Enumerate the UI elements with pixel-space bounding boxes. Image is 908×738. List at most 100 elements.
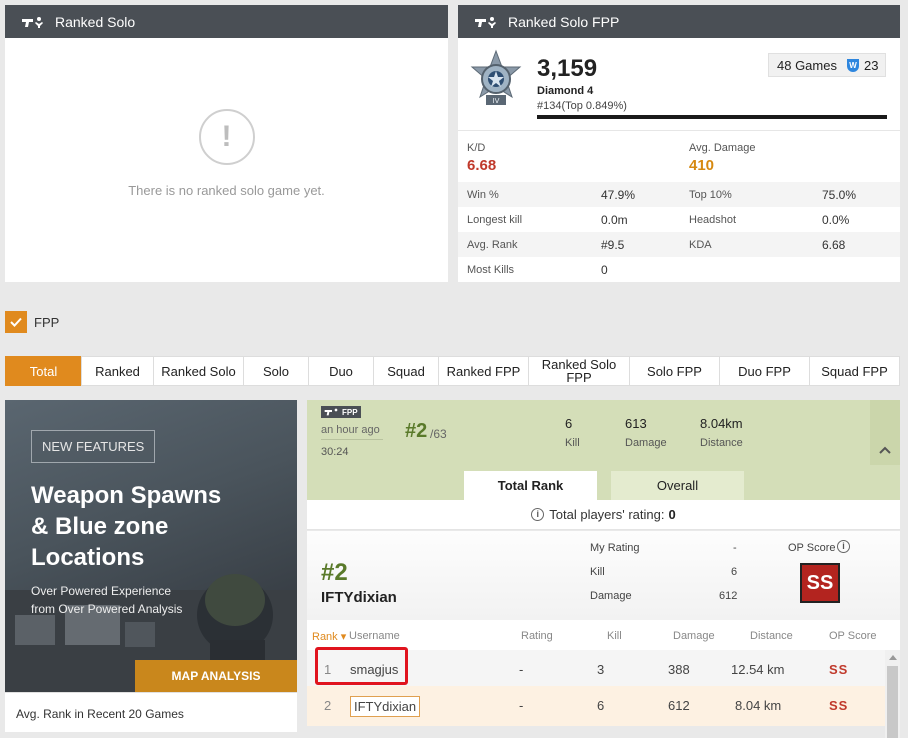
avg-rank-value: #9.5: [601, 237, 625, 252]
col-damage[interactable]: Damage: [673, 630, 715, 642]
scrollbar-thumb[interactable]: [887, 666, 898, 738]
row-username[interactable]: IFTYdixian: [350, 696, 421, 717]
tab-solo[interactable]: Solo: [243, 356, 309, 386]
match-damage-label: Damage: [625, 437, 667, 449]
my-rating-label: My Rating: [590, 542, 640, 554]
tab-solo-fpp[interactable]: Solo FPP: [629, 356, 720, 386]
map-analysis-button[interactable]: MAP ANALYSIS: [135, 660, 297, 692]
match-summary-bar[interactable]: FPP an hour ago 30:24 #2 /63 6 Kill 613 …: [307, 400, 900, 465]
avg-damage-label: Avg. Damage: [689, 142, 756, 154]
table-row[interactable]: 2 IFTYdixian - 6 612 8.04 km SS: [307, 686, 885, 726]
games-badge: 48 Games W 23: [768, 53, 886, 77]
stat-row: Most Kills 0: [458, 257, 900, 282]
time-divider: [321, 439, 383, 440]
ad-headline-1: Weapon Spawns: [31, 482, 222, 509]
checkbox-checked-icon[interactable]: [5, 311, 27, 333]
tab-duo-fpp[interactable]: Duo FPP: [719, 356, 810, 386]
op-info-icon[interactable]: i: [837, 540, 850, 553]
tab-ranked[interactable]: Ranked: [81, 356, 154, 386]
row-damage: 612: [668, 698, 690, 713]
win-rate-value: 47.9%: [601, 187, 636, 202]
top10-value: 75.0%: [822, 187, 857, 202]
ranked-solo-header: Ranked Solo: [5, 5, 448, 38]
tab-ranked-solo-fpp[interactable]: Ranked Solo FPP: [528, 356, 630, 386]
my-rank: #2: [321, 559, 348, 586]
match-rank: #2: [405, 420, 428, 442]
headshot-value: 0.0%: [822, 212, 850, 227]
new-features-badge: NEW FEATURES: [31, 430, 156, 463]
ranked-solo-fpp-title: Ranked Solo FPP: [508, 13, 620, 30]
gun-icon: [324, 408, 338, 416]
stat-row: Longest kill 0.0m Headshot 0.0%: [458, 207, 900, 232]
row-rank: 2: [324, 698, 332, 713]
rating-progress-bar: [537, 115, 887, 119]
empty-state: ! There is no ranked solo game yet.: [5, 38, 448, 282]
fpp-toggle[interactable]: FPP: [5, 311, 59, 333]
ranked-solo-title: Ranked Solo: [55, 13, 136, 30]
row-op-score: SS: [829, 662, 849, 677]
fpp-mode-label: FPP: [342, 407, 358, 417]
info-icon: i: [531, 508, 545, 521]
my-summary-panel: #2 IFTYdixian My Rating - Kill 6 Damage …: [307, 531, 900, 620]
row-kill: 6: [597, 698, 605, 713]
col-rating[interactable]: Rating: [521, 630, 553, 642]
tab-ranked-fpp[interactable]: Ranked FPP: [438, 356, 529, 386]
diamond-tier-emblem: IV: [468, 49, 524, 115]
tab-total[interactable]: Total: [5, 356, 82, 386]
most-kills-label: Most Kills: [467, 263, 515, 276]
gun-icon: [474, 16, 498, 28]
col-rank[interactable]: Rank ▾: [312, 630, 346, 643]
tier-name: Diamond 4: [537, 85, 594, 97]
fpp-toggle-label: FPP: [34, 314, 60, 330]
op-score-label: OP Score: [788, 542, 836, 554]
chevron-up-icon[interactable]: [879, 446, 891, 454]
col-kill[interactable]: Kill: [607, 630, 622, 642]
tab-total-rank[interactable]: Total Rank: [464, 471, 597, 500]
match-kill-value: 6: [565, 416, 573, 431]
leaderboard-position: #134(Top 0.849%): [537, 100, 627, 112]
row-damage: 388: [668, 662, 690, 677]
games-count: 48 Games: [777, 57, 837, 73]
row-op-score: SS: [829, 698, 849, 713]
col-op-score[interactable]: OP Score: [829, 630, 877, 642]
match-kill-label: Kill: [565, 437, 580, 449]
row-distance: 12.54 km: [731, 662, 785, 677]
collapse-toggle[interactable]: [870, 400, 900, 465]
most-kills-value: 0: [601, 262, 608, 277]
scroll-up-arrow[interactable]: [889, 655, 897, 660]
wins-count: 23: [863, 57, 879, 73]
tab-overall[interactable]: Overall: [611, 471, 744, 500]
avg-rank-recent-label: Avg. Rank in Recent 20 Games: [16, 707, 184, 721]
col-username: Username: [349, 630, 400, 642]
svg-text:IV: IV: [493, 97, 500, 105]
my-kill-label: Kill: [590, 566, 605, 578]
table-scrollbar[interactable]: [885, 650, 900, 738]
ad-subtext-2: from Over Powered Analysis: [31, 602, 183, 616]
op-score-badge: SS: [800, 563, 840, 603]
map-analysis-ad[interactable]: NEW FEATURES Weapon Spawns & Blue zone L…: [5, 400, 297, 692]
match-duration: 30:24: [321, 446, 349, 458]
top10-label: Top 10%: [689, 188, 732, 201]
players-rating-value: 0: [668, 507, 676, 522]
rating-value: 3,159: [537, 55, 598, 82]
my-damage-value: 612: [719, 590, 738, 602]
longest-kill-label: Longest kill: [467, 213, 523, 226]
win-rate-label: Win %: [467, 188, 499, 201]
match-distance-label: Distance: [700, 437, 743, 449]
stat-row: Avg. Rank #9.5 KDA 6.68: [458, 232, 900, 257]
tab-ranked-solo[interactable]: Ranked Solo: [153, 356, 244, 386]
mode-tabs: Total Ranked Ranked Solo Solo Duo Squad …: [5, 356, 900, 386]
kd-value: 6.68: [467, 157, 497, 174]
tab-squad[interactable]: Squad: [373, 356, 439, 386]
col-distance[interactable]: Distance: [750, 630, 793, 642]
tab-duo[interactable]: Duo: [308, 356, 374, 386]
ranked-solo-fpp-header: Ranked Solo FPP: [458, 5, 900, 38]
tab-squad-fpp[interactable]: Squad FPP: [809, 356, 900, 386]
players-rating-line: i Total players' rating: 0: [307, 500, 900, 530]
kd-label: K/D: [467, 142, 486, 154]
my-username: IFTYdixian: [321, 589, 397, 606]
exclamation-icon: !: [198, 108, 255, 165]
avg-damage-value: 410: [689, 157, 715, 174]
row-kill: 3: [597, 662, 605, 677]
players-table-header: Rank ▾ Username Rating Kill Damage Dista…: [307, 620, 900, 650]
